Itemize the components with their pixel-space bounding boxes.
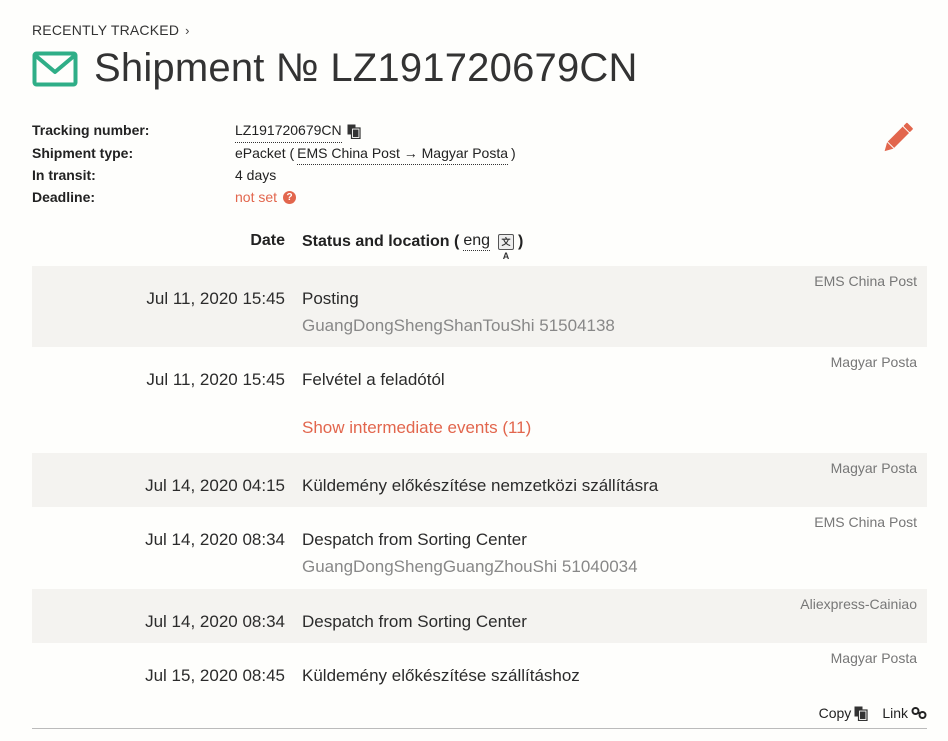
table-row: Jul 11, 2020 15:45 Felvétel a feladótól … [32,347,927,453]
link-label[interactable]: Link [882,705,908,721]
language-selector[interactable]: eng [463,232,491,251]
info-row-tracking: Tracking number: LZ191720679CN [32,120,516,143]
shipment-type-label: Shipment type: [32,144,134,161]
info-row-type: Shipment type: ePacket ( EMS China Post … [32,143,516,165]
link-button[interactable]: Link [882,705,927,721]
status-column-label: Status and location ( [302,232,460,250]
footer-divider [32,728,927,729]
breadcrumb[interactable]: RECENTLY TRACKED › [32,22,190,38]
status-column-close: ) [518,232,524,250]
deadline-value[interactable]: not set [235,187,277,209]
show-intermediate-events-link[interactable]: Show intermediate events (11) [302,418,531,438]
event-carrier: Magyar Posta [830,354,917,370]
footer: Copy Link [32,704,927,729]
shipment-type-suffix: ) [511,145,516,161]
copy-icon[interactable] [347,124,361,139]
events-table-header: Date Status and location ( eng 文A ) [32,232,927,261]
event-date: Jul 11, 2020 15:45 [146,289,285,308]
copy-label[interactable]: Copy [819,705,852,721]
status-column-header: Status and location ( eng 文A ) [302,232,524,261]
link-icon[interactable] [911,706,927,720]
event-carrier: EMS China Post [814,514,917,530]
event-date: Jul 15, 2020 08:45 [145,666,285,685]
event-status: Despatch from Sorting Center [302,530,527,549]
tracking-number-value[interactable]: LZ191720679CN [235,120,342,143]
event-status: Küldemény előkészítése szállításhoz [302,666,580,685]
shipment-route-link[interactable]: EMS China Post → Magyar Posta [297,143,509,165]
event-location: GuangDongShengGuangZhouShi 51040034 [302,557,638,576]
event-carrier: Magyar Posta [830,460,917,476]
tracking-number-label: Tracking number: [32,122,150,138]
event-carrier: Magyar Posta [830,650,917,666]
breadcrumb-label[interactable]: RECENTLY TRACKED [32,22,179,38]
envelope-icon [32,51,78,86]
event-status: Küldemény előkészítése nemzetközi szállí… [302,476,659,495]
event-status: Posting [302,289,359,308]
info-row-transit: In transit: 4 days [32,165,516,187]
title-row: Shipment № LZ191720679CN [32,46,638,91]
shipment-info: Tracking number: LZ191720679CN Shipment … [32,120,516,208]
shipment-type-value: ePacket ( EMS China Post → Magyar Posta … [235,143,516,165]
chevron-right-icon: › [185,22,190,38]
table-row: Jul 14, 2020 08:34 Despatch from Sorting… [32,507,927,589]
shipment-type-prefix: ePacket ( [235,145,295,161]
table-row: Jul 14, 2020 04:15 Küldemény előkészítés… [32,453,927,507]
events-list: Jul 11, 2020 15:45 Posting GuangDongShen… [32,266,927,697]
table-row: Jul 15, 2020 08:45 Küldemény előkészítés… [32,643,927,697]
deadline-value-wrap: not set ? [235,187,297,209]
date-column-header: Date [250,232,285,249]
in-transit-label: In transit: [32,167,96,183]
copy-button[interactable]: Copy [819,705,869,721]
help-icon[interactable]: ? [283,190,297,204]
event-date: Jul 14, 2020 04:15 [145,476,285,495]
footer-links: Copy Link [819,705,927,721]
table-row: Jul 14, 2020 08:34 Despatch from Sorting… [32,589,927,643]
page-title: Shipment № LZ191720679CN [94,46,638,90]
event-date: Jul 14, 2020 08:34 [145,612,285,631]
info-row-deadline: Deadline: not set ? [32,187,516,209]
edit-pencil-icon[interactable] [880,121,914,155]
deadline-label: Deadline: [32,188,96,205]
event-carrier: EMS China Post [814,273,917,289]
event-location: GuangDongShengShanTouShi 51504138 [302,316,615,335]
event-carrier: Aliexpress-Cainiao [800,596,917,612]
event-date: Jul 14, 2020 08:34 [145,530,285,549]
event-date: Jul 11, 2020 15:45 [146,370,285,389]
translate-icon[interactable]: 文A [498,233,515,261]
tracking-number-value-wrap: LZ191720679CN [235,120,361,143]
copy-icon[interactable] [854,706,868,721]
in-transit-value: 4 days [235,167,277,183]
event-status: Felvétel a feladótól [302,370,445,389]
table-row: Jul 11, 2020 15:45 Posting GuangDongShen… [32,266,927,347]
event-status: Despatch from Sorting Center [302,612,527,631]
